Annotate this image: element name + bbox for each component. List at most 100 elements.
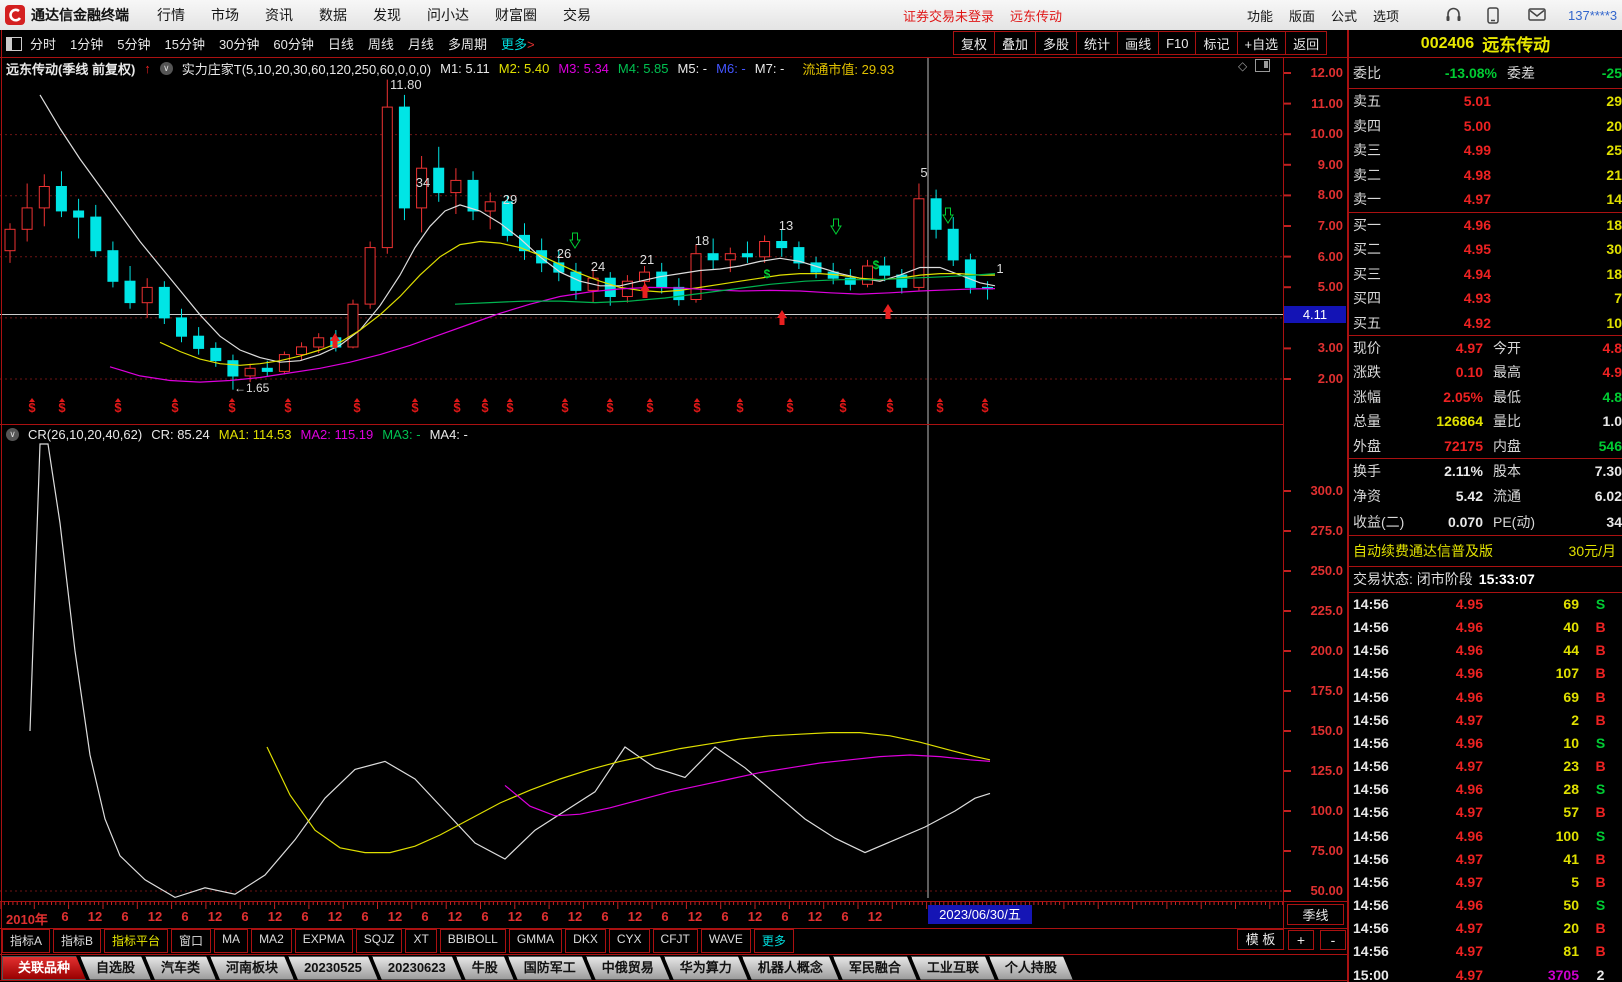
order-row[interactable]: 卖二4.9821 <box>1349 163 1622 188</box>
tick-volume: 2 <box>1483 709 1579 732</box>
tick-side: B <box>1579 801 1622 824</box>
stock-tab-个人持股[interactable]: 个人持股 <box>989 956 1073 980</box>
indicator-tab-CFJT[interactable]: CFJT <box>653 929 698 953</box>
order-volume: 14 <box>1491 187 1622 212</box>
order-row[interactable]: 卖四5.0020 <box>1349 114 1622 139</box>
indicator-tab-指标B[interactable]: 指标B <box>53 929 101 953</box>
zoom-in-button[interactable]: + <box>1288 930 1314 950</box>
indicator-tab-MA[interactable]: MA <box>214 929 248 953</box>
current-period-tag[interactable]: 季线 <box>1287 904 1344 925</box>
svg-text:5: 5 <box>920 165 927 180</box>
tick-time: 14:56 <box>1349 732 1401 755</box>
stock-tab-20230623[interactable]: 20230623 <box>372 956 462 980</box>
stock-period-title[interactable]: 远东传动(季线 前复权) <box>6 59 135 78</box>
order-row[interactable]: 卖三4.9925 <box>1349 138 1622 163</box>
indicator-tab-更多[interactable]: 更多 <box>754 929 794 953</box>
stock-tab-工业互联[interactable]: 工业互联 <box>911 956 995 980</box>
info-label: 总量 <box>1349 409 1407 433</box>
stock-code: 002406 <box>1421 35 1474 53</box>
tick-time: 14:56 <box>1349 616 1401 639</box>
order-row[interactable]: 买三4.9418 <box>1349 262 1622 287</box>
order-row[interactable]: 买二4.9530 <box>1349 237 1622 262</box>
tick-time: 14:56 <box>1349 894 1401 917</box>
stock-tab-河南板块[interactable]: 河南板块 <box>210 956 294 980</box>
tick-side: B <box>1579 917 1622 940</box>
stock-tab-牛股[interactable]: 牛股 <box>456 956 514 980</box>
collapse-icon[interactable]: ∨ <box>160 62 173 75</box>
indicator-tab-DKX[interactable]: DKX <box>565 929 606 953</box>
indicator-tab-指标平台[interactable]: 指标平台 <box>104 929 168 953</box>
tick-row: 14:564.9720B <box>1349 917 1622 940</box>
cr-label: 125.0 <box>1286 763 1343 778</box>
svg-text:$: $ <box>786 400 794 415</box>
stock-tab-军民融合[interactable]: 军民融合 <box>833 956 917 980</box>
order-book[interactable]: 卖五5.0129卖四5.0020卖三4.9925卖二4.9821卖一4.9714… <box>1349 89 1622 335</box>
tick-list[interactable]: 14:564.9569S14:564.9640B14:564.9644B14:5… <box>1349 593 1622 982</box>
indicator-tab-SQJZ[interactable]: SQJZ <box>356 929 403 953</box>
indicator-tab-指标A[interactable]: 指标A <box>2 929 50 953</box>
collapse-icon[interactable]: ∨ <box>6 428 19 441</box>
indicator-name[interactable]: 实力庄家T(5,10,20,30,60,120,250,60,0,0,0) <box>182 59 431 78</box>
tick-side: S <box>1579 825 1622 848</box>
order-row[interactable]: 买四4.937 <box>1349 286 1622 311</box>
tick-side: S <box>1579 894 1622 917</box>
zoom-out-button[interactable]: - <box>1320 930 1346 950</box>
info-value: 5.42 <box>1419 484 1483 509</box>
price-label: 5.00 <box>1286 279 1343 294</box>
cr-indicator-name[interactable]: CR(26,10,20,40,62) <box>28 427 142 442</box>
stock-tab-20230525[interactable]: 20230525 <box>288 956 378 980</box>
diamond-icon[interactable]: ◇ <box>1238 59 1247 73</box>
tick-time: 14:56 <box>1349 917 1401 940</box>
cr-label: 200.0 <box>1286 643 1343 658</box>
stock-tab-自选股[interactable]: 自选股 <box>80 956 151 980</box>
indicator-tab-WAVE[interactable]: WAVE <box>701 929 751 953</box>
tick-volume: 41 <box>1483 848 1579 871</box>
tick-time: 14:56 <box>1349 709 1401 732</box>
time-label: 12 <box>208 909 222 924</box>
stock-tab-汽车类[interactable]: 汽车类 <box>145 956 216 980</box>
tick-side: B <box>1579 848 1622 871</box>
tick-volume: 69 <box>1483 593 1579 616</box>
tick-price: 4.96 <box>1401 686 1483 709</box>
svg-text:$: $ <box>839 400 847 415</box>
cr-value: CR: 85.24 <box>151 427 210 442</box>
stock-tab-机器人概念[interactable]: 机器人概念 <box>742 956 839 980</box>
info-value: 0.10 <box>1407 360 1483 384</box>
tab-label: 汽车类 <box>161 960 200 975</box>
tick-time: 14:56 <box>1349 871 1401 894</box>
time-label: 6 <box>361 909 368 924</box>
order-row[interactable]: 卖五5.0129 <box>1349 89 1622 114</box>
indicator-tab-GMMA[interactable]: GMMA <box>509 929 562 953</box>
tick-volume: 10 <box>1483 732 1579 755</box>
time-label: 12 <box>328 909 342 924</box>
order-row[interactable]: 卖一4.9714 <box>1349 187 1622 212</box>
svg-text:$: $ <box>764 267 771 281</box>
indicator-tab-MA2[interactable]: MA2 <box>251 929 292 953</box>
stock-tab-华为算力[interactable]: 华为算力 <box>664 956 748 980</box>
template-button[interactable]: 模 板 <box>1237 929 1284 950</box>
info-label: 涨跌 <box>1349 360 1407 384</box>
stock-tab-关联品种[interactable]: 关联品种 <box>2 956 86 980</box>
svg-text:$: $ <box>114 400 122 415</box>
indicator-tab-窗口[interactable]: 窗口 <box>171 929 211 953</box>
stock-tab-国防军工[interactable]: 国防军工 <box>508 956 592 980</box>
indicator-tab-XT[interactable]: XT <box>405 929 436 953</box>
indicator-tab-CYX[interactable]: CYX <box>609 929 650 953</box>
window-icon[interactable] <box>1255 59 1270 72</box>
tick-price: 4.96 <box>1401 616 1483 639</box>
order-row[interactable]: 买五4.9210 <box>1349 311 1622 336</box>
info-value: 6.02 <box>1549 484 1622 509</box>
tick-side: B <box>1579 940 1622 963</box>
tick-row: 14:564.9669B <box>1349 686 1622 709</box>
indicator-tab-EXPMA[interactable]: EXPMA <box>295 929 353 953</box>
stock-tab-中俄贸易[interactable]: 中俄贸易 <box>586 956 670 980</box>
order-row[interactable]: 买一4.9618 <box>1349 212 1622 238</box>
tick-price: 4.97 <box>1401 755 1483 778</box>
info-row: 净资5.42流通6.02 <box>1349 484 1622 509</box>
subscription-banner[interactable]: 自动续费通达信普及版30元/月 <box>1349 535 1622 567</box>
tdx-terminal: 11.80←1.653429262421181351$$$$$$$$$$$$$$… <box>0 0 1622 982</box>
m-value: M4: 5.85 <box>618 61 669 76</box>
tick-time: 14:56 <box>1349 686 1401 709</box>
cr-values: CR: 85.24MA1: 114.53MA2: 115.19MA3: -MA4… <box>151 427 477 442</box>
indicator-tab-BBIBOLL[interactable]: BBIBOLL <box>440 929 506 953</box>
